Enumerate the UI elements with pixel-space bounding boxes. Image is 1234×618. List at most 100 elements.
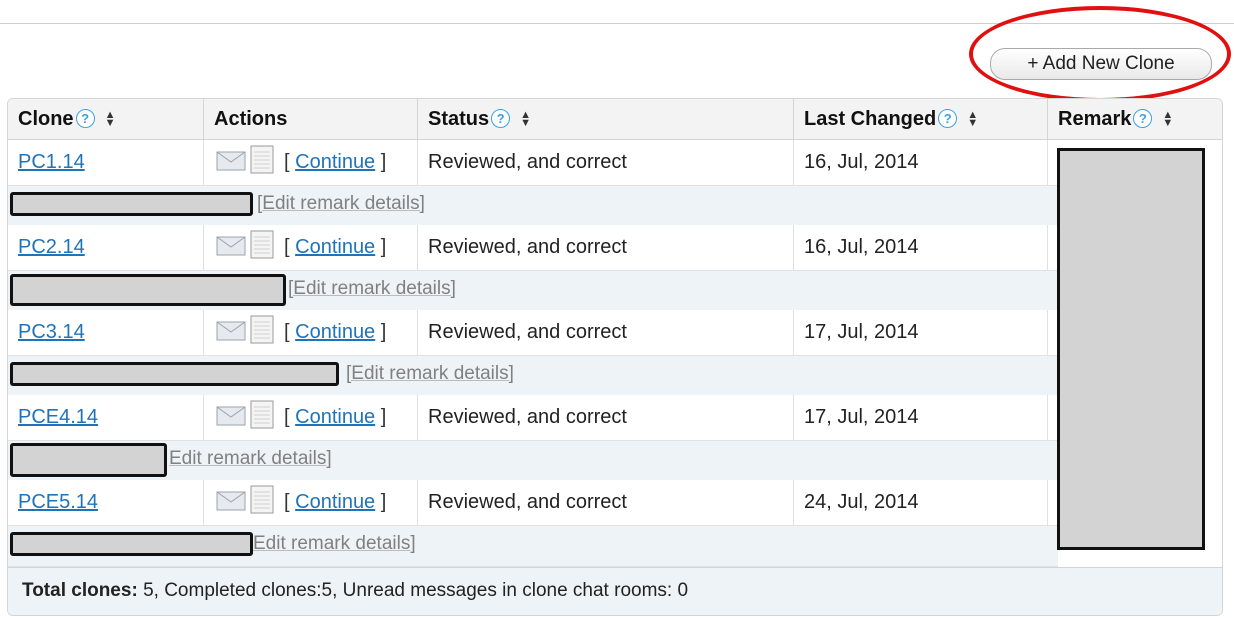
notepad-icon[interactable] [250,229,274,259]
last-changed-text: 24, Jul, 2014 [804,491,919,513]
help-icon[interactable]: ? [938,109,958,128]
table-row: PCE4.14 [ Continue ] Reviewed, and corre… [8,395,1222,440]
col-header-remark[interactable]: Remark? ▲ ▼ [1048,99,1222,139]
status-cell: Reviewed, and correct [418,310,794,355]
bracket-open: [ [284,406,290,428]
redacted-remark [10,362,339,386]
edit-remark-link[interactable]: [Edit remark details] [288,278,456,300]
redacted-remark-column [1057,148,1205,550]
total-clones-value: 5 [143,580,154,601]
bracket-open: [ [284,321,290,343]
last-changed-cell: 16, Jul, 2014 [794,140,1048,185]
status-cell: Reviewed, and correct [418,395,794,440]
col-header-label: Clone [18,108,74,130]
sort-icon[interactable]: ▲ ▼ [1162,110,1173,129]
last-changed-text: 16, Jul, 2014 [804,236,919,258]
status-text: Reviewed, and correct [428,236,627,258]
bracket-close: ] [380,151,387,173]
summary-rest-text: , Completed clones:5, Unread messages in… [153,580,689,601]
col-header-last-changed[interactable]: Last Changed? ▲ ▼ [794,99,1048,139]
edit-remark-link[interactable]: Edit remark details] [253,533,416,555]
last-changed-cell: 16, Jul, 2014 [794,225,1048,270]
top-divider [0,23,1234,24]
col-header-actions: Actions [204,99,418,139]
sort-icon[interactable]: ▲ ▼ [967,110,978,129]
redacted-remark [10,443,167,477]
help-icon[interactable]: ? [491,109,511,128]
status-text: Reviewed, and correct [428,151,627,173]
clone-cell: PC1.14 [8,140,204,185]
table-row: PC2.14 [ Continue ] Reviewed, and correc… [8,225,1222,270]
help-icon[interactable]: ? [1133,109,1153,128]
remark-row: [Edit remark details] [8,270,1058,312]
last-changed-cell: 24, Jul, 2014 [794,480,1048,525]
edit-remark-link[interactable]: [Edit remark details] [346,363,514,385]
sort-icon[interactable]: ▲ ▼ [520,110,531,129]
bracket-close: ] [380,491,387,513]
actions-cell: [ Continue ] [204,225,418,270]
notepad-icon[interactable] [250,399,274,429]
last-changed-text: 16, Jul, 2014 [804,151,919,173]
actions-cell: [ Continue ] [204,140,418,185]
status-cell: Reviewed, and correct [418,140,794,185]
continue-link[interactable]: Continue [295,151,375,173]
clone-cell: PC2.14 [8,225,204,270]
status-text: Reviewed, and correct [428,491,627,513]
bracket-open: [ [284,151,290,173]
clone-link[interactable]: PC1.14 [18,151,85,173]
table-footer-summary: Total clones: 5, Completed clones:5, Unr… [8,567,1222,615]
envelope-icon[interactable] [216,234,246,256]
last-changed-text: 17, Jul, 2014 [804,406,919,428]
remark-row: [Edit remark details] [8,185,1058,227]
continue-link[interactable]: Continue [295,491,375,513]
col-header-label: Remark [1058,108,1132,130]
status-text: Reviewed, and correct [428,321,627,343]
status-cell: Reviewed, and correct [418,225,794,270]
redacted-remark [10,532,253,556]
total-clones-label: Total clones: [22,580,138,601]
clone-cell: PC3.14 [8,310,204,355]
help-icon[interactable]: ? [75,109,95,128]
table-row: PCE5.14 [ Continue ] Reviewed, and corre… [8,480,1222,525]
status-text: Reviewed, and correct [428,406,627,428]
col-header-label: Actions [214,108,288,130]
table-row: PC1.14 [ Continue ] Reviewed, and correc… [8,140,1222,185]
continue-link[interactable]: Continue [295,236,375,258]
remark-row: Edit remark details] [8,440,1058,482]
envelope-icon[interactable] [216,149,246,171]
actions-cell: [ Continue ] [204,310,418,355]
bracket-open: [ [284,236,290,258]
last-changed-cell: 17, Jul, 2014 [794,395,1048,440]
col-header-clone[interactable]: Clone? ▲ ▼ [8,99,204,139]
last-changed-cell: 17, Jul, 2014 [794,310,1048,355]
clones-table: Clone? ▲ ▼ Actions Status? ▲ ▼ Last Changed?… [7,98,1223,616]
continue-link[interactable]: Continue [295,321,375,343]
clone-link[interactable]: PCE4.14 [18,406,98,428]
last-changed-text: 17, Jul, 2014 [804,321,919,343]
clone-link[interactable]: PC2.14 [18,236,85,258]
sort-icon[interactable]: ▲ ▼ [105,110,116,129]
edit-remark-link[interactable]: Edit remark details] [169,448,332,470]
edit-remark-link[interactable]: [Edit remark details] [257,193,425,215]
col-header-label: Last Changed [804,108,937,130]
status-cell: Reviewed, and correct [418,480,794,525]
clone-cell: PCE4.14 [8,395,204,440]
envelope-icon[interactable] [216,489,246,511]
continue-link[interactable]: Continue [295,406,375,428]
bracket-close: ] [380,321,387,343]
notepad-icon[interactable] [250,314,274,344]
clone-link[interactable]: PCE5.14 [18,491,98,513]
remark-row: Edit remark details] [8,525,1058,567]
notepad-icon[interactable] [250,144,274,174]
envelope-icon[interactable] [216,319,246,341]
col-header-label: Status [428,108,490,130]
redacted-remark [10,192,253,216]
envelope-icon[interactable] [216,404,246,426]
notepad-icon[interactable] [250,484,274,514]
bracket-close: ] [380,236,387,258]
col-header-status[interactable]: Status? ▲ ▼ [418,99,794,139]
clone-link[interactable]: PC3.14 [18,321,85,343]
actions-cell: [ Continue ] [204,395,418,440]
redacted-remark [10,274,286,306]
add-new-clone-button[interactable]: + Add New Clone [990,48,1212,80]
